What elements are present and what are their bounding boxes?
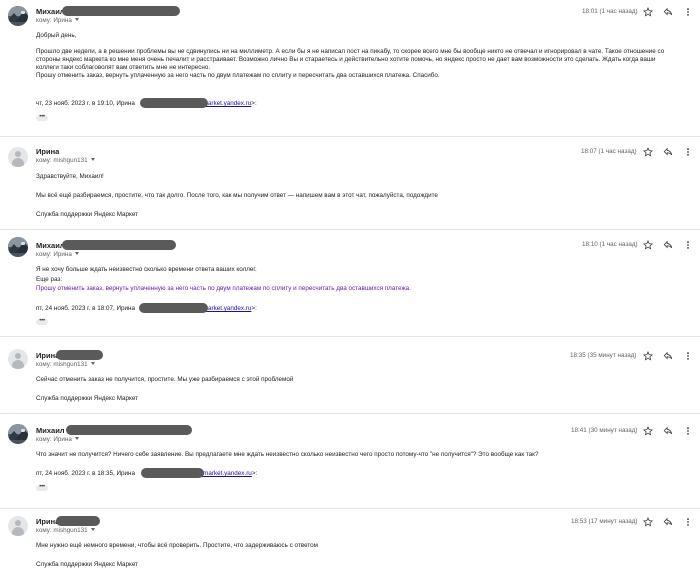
redacted-email — [56, 516, 100, 526]
show-trimmed-content-button[interactable]: ••• — [36, 484, 48, 491]
body-line: стороны яндекс маркета ко мне меня очень… — [36, 56, 656, 63]
more-options-icon[interactable] — [682, 239, 694, 251]
default-avatar[interactable] — [8, 147, 28, 167]
recipient-dropdown[interactable]: кому: Ирина — [36, 436, 79, 443]
message-body: Что значит не получится? Ничего себе зая… — [36, 451, 692, 459]
redacted-email — [141, 468, 204, 478]
show-trimmed-content-button[interactable]: ••• — [36, 318, 48, 325]
message-2: Ирина кому: mishgun131 18:07 (1 час наза… — [0, 137, 700, 229]
sender-name[interactable]: Михаил — [36, 426, 65, 435]
default-avatar[interactable] — [8, 349, 28, 369]
reply-icon[interactable] — [662, 6, 674, 18]
body-line: Мы всё ещё разбираемся, простите, что та… — [36, 192, 438, 199]
reply-icon[interactable] — [662, 425, 674, 437]
message-6: Ирина кому: mishgun131 18:53 (17 минут н… — [0, 509, 700, 575]
sender-name[interactable]: Михаил — [36, 7, 65, 16]
message-3: Михаил кому: Ирина 18:10 (1 час назад) Я… — [0, 230, 700, 336]
message-body: Здравствуйте, Михаил! Мы всё ещё разбира… — [36, 172, 692, 220]
body-line: Еще раз: — [36, 275, 63, 283]
message-4: Ирина кому: mishgun131 18:35 (35 минут н… — [0, 337, 700, 413]
message-body: Сейчас отменить заказ не получится, прос… — [36, 375, 692, 404]
body-line: Сейчас отменить заказ не получится, прос… — [36, 376, 294, 383]
redacted-email — [62, 6, 180, 16]
sender-name[interactable]: Михаил — [36, 241, 65, 250]
body-line: Добрый день, — [36, 32, 77, 39]
more-options-icon[interactable] — [682, 350, 694, 362]
star-icon[interactable] — [642, 425, 654, 437]
sender-avatar[interactable] — [8, 237, 28, 257]
quote-header: пт, 24 нояб. 2023 г. в 18:07, Ирина mark… — [36, 305, 257, 312]
body-line: коллеги таки соблаговолят вам ответить м… — [36, 64, 211, 71]
quoted-line: Прошу отменить заказ, вернуть уплаченную… — [36, 285, 411, 292]
sender-avatar[interactable] — [8, 424, 28, 444]
star-icon[interactable] — [642, 350, 654, 362]
message-1: Михаил кому: Ирина 18:01 (1 час назад) Д… — [0, 0, 700, 136]
message-5: Михаил кому: Ирина 18:41 (30 минут назад… — [0, 414, 700, 508]
show-trimmed-content-button[interactable]: ••• — [36, 114, 48, 121]
message-time: 18:10 (1 час назад) — [582, 241, 638, 248]
signature: Служба поддержки Яндекс Маркет — [36, 395, 139, 402]
more-options-icon[interactable] — [682, 516, 694, 528]
message-time: 18:41 (30 минут назад) — [571, 427, 638, 434]
recipient-dropdown[interactable]: кому: Ирина — [36, 17, 79, 24]
quote-email-link[interactable]: market.yandex.ru — [203, 305, 252, 312]
reply-icon[interactable] — [662, 239, 674, 251]
quote-header: чт, 23 нояб. 2023 г. в 19:10, Ирина mark… — [36, 100, 257, 107]
reply-icon[interactable] — [662, 350, 674, 362]
signature: Служба поддержки Яндекс Маркет — [36, 561, 139, 568]
signature: Служба поддержки Яндекс Маркет — [36, 211, 139, 218]
quote-header: пт, 24 нояб. 2023 г. в 18:35, Ирина @mar… — [36, 470, 258, 477]
quote-email-link[interactable]: market.yandex.ru — [203, 100, 252, 107]
quote-email-link[interactable]: @market.yandex.ru — [197, 470, 252, 477]
redacted-email — [140, 98, 208, 108]
star-icon[interactable] — [642, 516, 654, 528]
more-options-icon[interactable] — [682, 146, 694, 158]
redacted-email — [66, 425, 192, 435]
message-body: Я не хочу больше ждать неизвестно скольк… — [36, 265, 692, 294]
star-icon[interactable] — [642, 6, 654, 18]
body-line: Здравствуйте, Михаил! — [36, 173, 104, 180]
recipient-dropdown[interactable]: кому: mishgun131 — [36, 527, 95, 534]
body-line: Что значит не получится? Ничего себе зая… — [36, 451, 539, 458]
sender-name[interactable]: Ирина — [36, 147, 59, 156]
redacted-email — [139, 303, 208, 313]
message-time: 18:07 (1 час назад) — [581, 148, 637, 155]
message-time: 18:35 (35 минут назад) — [570, 352, 637, 359]
recipient-dropdown[interactable]: кому: mishgun131 — [36, 157, 95, 164]
message-time: 18:01 (1 час назад) — [582, 8, 638, 15]
default-avatar[interactable] — [8, 516, 28, 536]
body-line: Прошло две недели, а в решении проблемы … — [36, 48, 665, 55]
sender-avatar[interactable] — [8, 6, 28, 26]
body-line: Мне нужно ещё немного времени, чтобы всё… — [36, 542, 319, 549]
body-line: Прошу отменить заказ, вернуть уплаченную… — [36, 72, 440, 79]
more-options-icon[interactable] — [682, 425, 694, 437]
redacted-email — [56, 350, 103, 360]
message-body: Мне нужно ещё немного времени, чтобы всё… — [36, 541, 692, 570]
message-time: 18:53 (17 минут назад) — [571, 518, 638, 525]
star-icon[interactable] — [642, 239, 654, 251]
redacted-email — [62, 240, 176, 250]
body-line: Я не хочу больше ждать неизвестно скольк… — [36, 266, 257, 273]
more-options-icon[interactable] — [682, 6, 694, 18]
recipient-dropdown[interactable]: кому: mishgun131 — [36, 361, 95, 368]
reply-icon[interactable] — [662, 146, 674, 158]
star-icon[interactable] — [642, 146, 654, 158]
recipient-dropdown[interactable]: кому: Ирина — [36, 251, 79, 258]
message-body: Добрый день, Прошло две недели, а в реше… — [36, 32, 692, 80]
reply-icon[interactable] — [662, 516, 674, 528]
